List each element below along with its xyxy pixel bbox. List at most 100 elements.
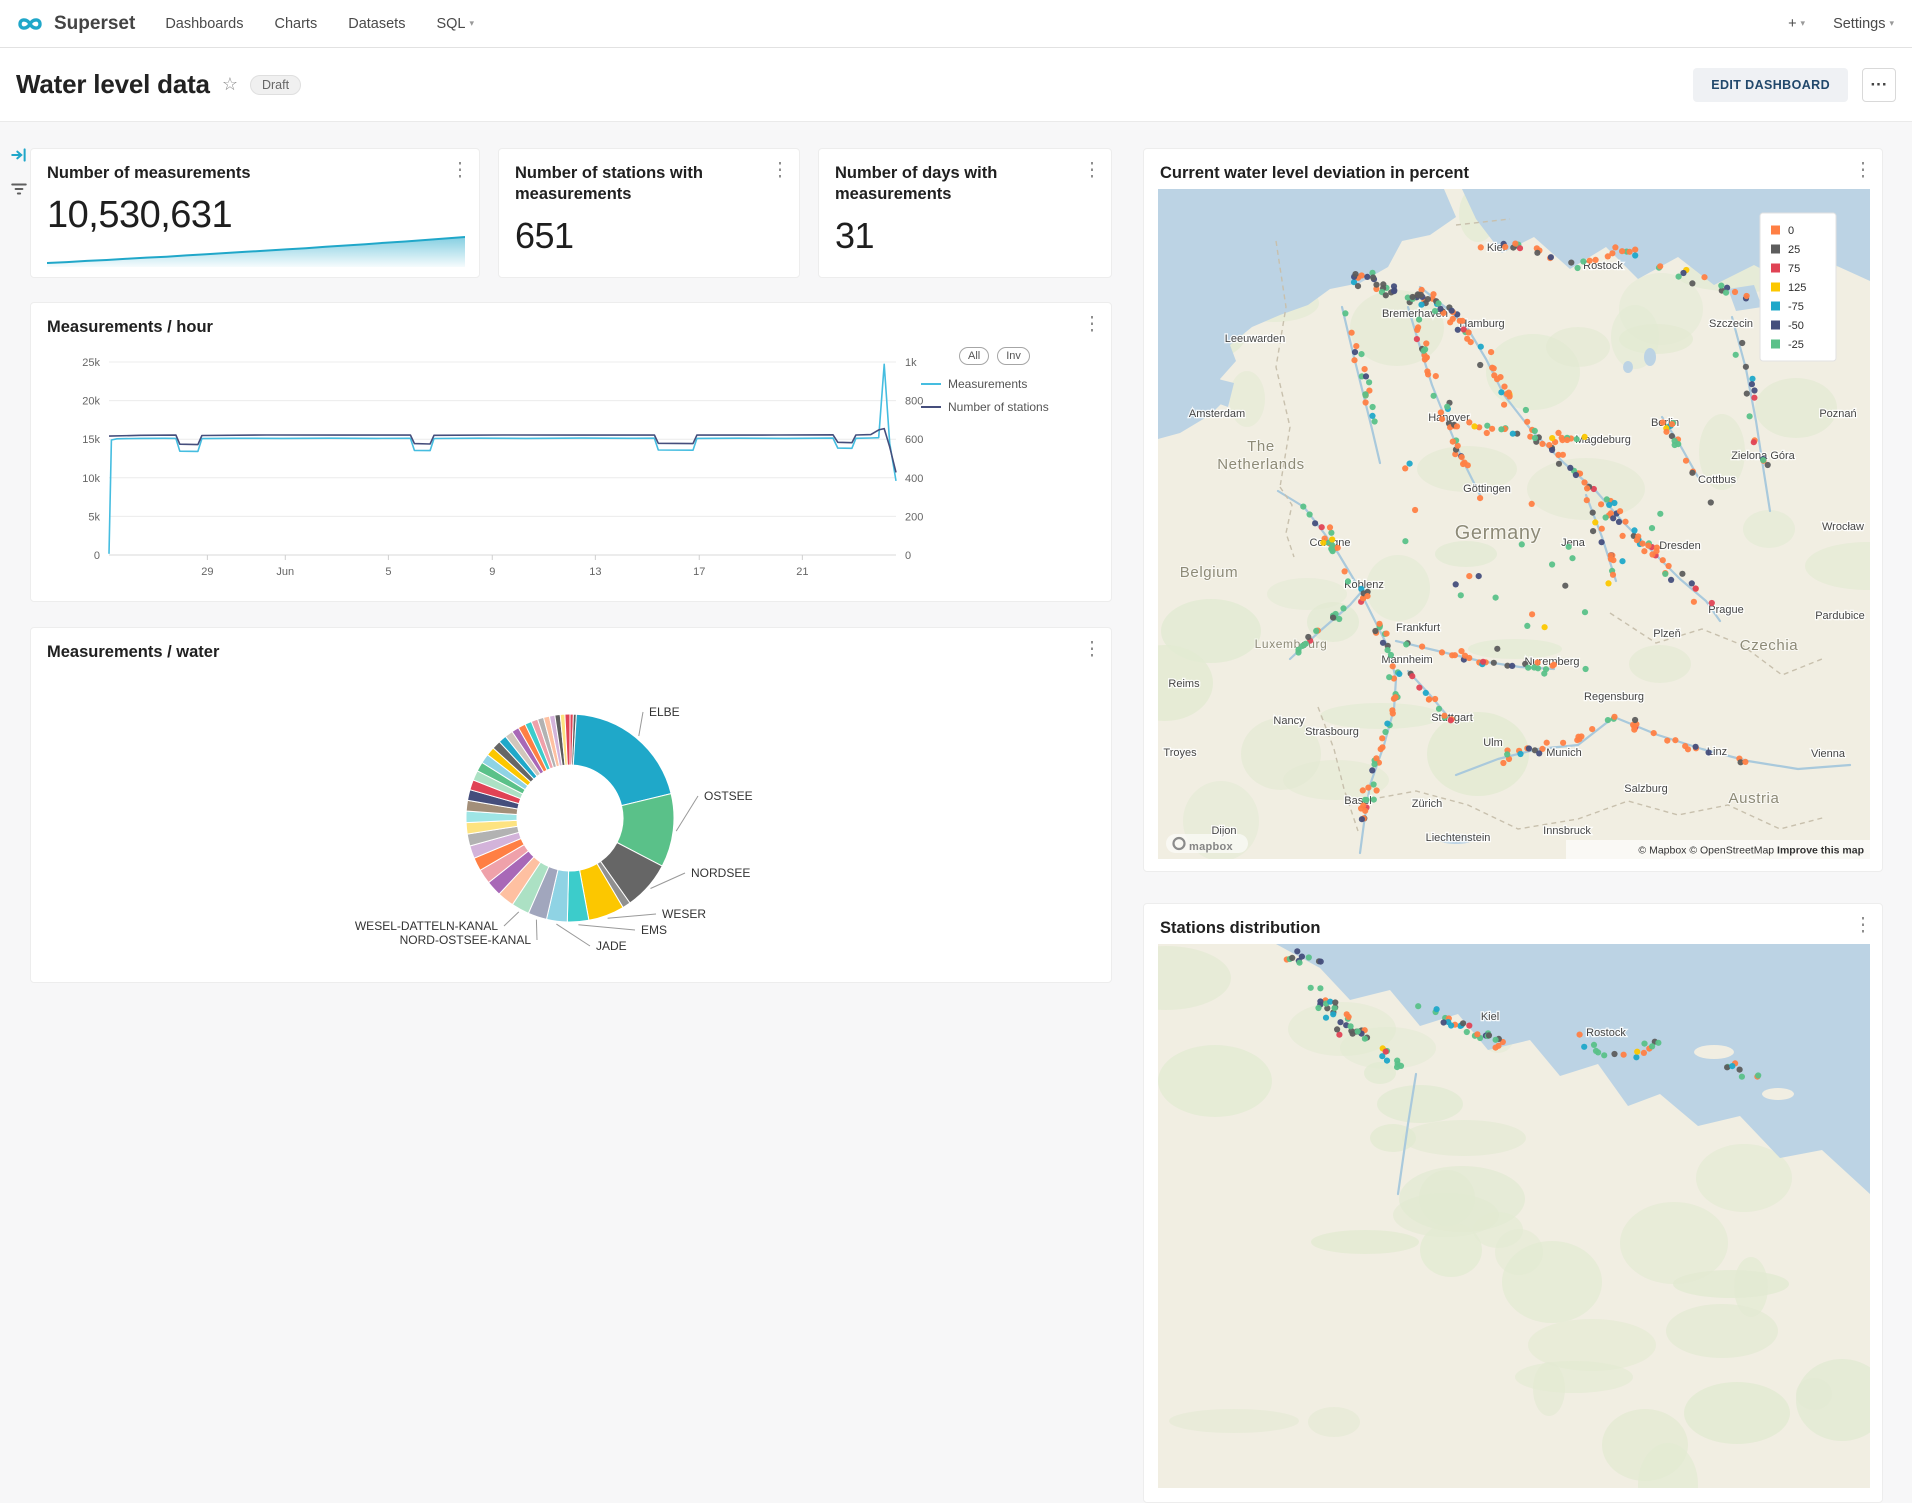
svg-text:Frankfurt: Frankfurt	[1396, 622, 1440, 634]
svg-text:200: 200	[905, 511, 923, 523]
svg-text:Jena: Jena	[1561, 537, 1586, 549]
superset-logo[interactable]: Superset	[14, 13, 135, 35]
svg-text:-75: -75	[1788, 301, 1804, 313]
legend-swatch	[921, 383, 941, 385]
svg-text:Plzeň: Plzeň	[1653, 628, 1681, 640]
svg-text:29: 29	[201, 566, 213, 578]
legend-item[interactable]: Measurements	[921, 377, 1106, 391]
svg-text:EMS: EMS	[641, 923, 667, 937]
svg-text:21: 21	[796, 566, 808, 578]
card-days-with-measurements: Number of days with measurements ⋮ 31	[818, 148, 1112, 278]
top-navbar: Superset Dashboards Charts Datasets SQL▾ +▾…	[0, 0, 1912, 48]
svg-text:JADE: JADE	[596, 939, 627, 953]
svg-text:ELBE: ELBE	[649, 705, 680, 719]
chart-menu-button[interactable]: ⋮	[767, 159, 793, 182]
favorite-star-icon[interactable]: ☆	[222, 74, 238, 95]
svg-text:Strasbourg: Strasbourg	[1305, 726, 1359, 738]
svg-text:WESEL-DATTELN-KANAL: WESEL-DATTELN-KANAL	[355, 919, 498, 933]
filter-rail	[6, 146, 32, 198]
chart-menu-button[interactable]: ⋮	[1850, 159, 1876, 182]
stations-map-canvas[interactable]: KielRostock	[1158, 944, 1870, 1488]
trend-sparkline	[47, 229, 463, 267]
svg-text:0: 0	[94, 550, 100, 562]
svg-text:20k: 20k	[82, 396, 100, 408]
svg-text:Luxembourg: Luxembourg	[1255, 637, 1328, 651]
svg-text:mapbox: mapbox	[1189, 841, 1234, 853]
legend-swatch	[921, 406, 941, 408]
chart-menu-button[interactable]: ⋮	[1850, 914, 1876, 937]
superset-infinity-icon	[14, 14, 46, 34]
svg-text:Liechtenstein: Liechtenstein	[1426, 832, 1491, 844]
svg-text:NORD-OSTSEE-KANAL: NORD-OSTSEE-KANAL	[400, 933, 532, 947]
settings-menu-button[interactable]: Settings ▾	[1833, 16, 1894, 32]
svg-text:Dresden: Dresden	[1659, 540, 1701, 552]
nav-item-datasets[interactable]: Datasets	[348, 16, 405, 32]
svg-text:9: 9	[489, 566, 495, 578]
expand-filters-icon	[12, 149, 24, 160]
chart-menu-button[interactable]: ⋮	[447, 159, 473, 182]
svg-text:13: 13	[589, 566, 601, 578]
svg-text:Innsbruck: Innsbruck	[1543, 825, 1591, 837]
svg-text:The: The	[1247, 438, 1275, 455]
nav-item-charts[interactable]: Charts	[275, 16, 318, 32]
svg-text:10k: 10k	[82, 473, 100, 485]
more-options-button[interactable]: ···	[1862, 68, 1896, 102]
filter-funnel-icon	[12, 185, 26, 194]
exp[interactable]	[10, 146, 28, 164]
svg-text:125: 125	[1788, 282, 1806, 294]
map2-svg: KielRostock	[1158, 944, 1870, 1488]
legend-label: Measurements	[948, 377, 1027, 391]
svg-text:Troyes: Troyes	[1163, 747, 1197, 759]
big-number-value: 31	[835, 215, 1095, 257]
svg-text:Pardubice: Pardubice	[1815, 610, 1865, 622]
svg-text:15k: 15k	[82, 434, 100, 446]
svg-text:Szczecin: Szczecin	[1709, 318, 1753, 330]
svg-text:Regensburg: Regensburg	[1584, 691, 1644, 703]
settings-label: Settings	[1833, 16, 1885, 32]
card-stations-distribution-map: Stations distribution ⋮ KielRostock	[1143, 903, 1883, 1503]
legend-label: Number of stations	[948, 400, 1049, 414]
svg-text:Ulm: Ulm	[1483, 737, 1503, 749]
svg-text:-50: -50	[1788, 320, 1804, 332]
svg-text:600: 600	[905, 434, 923, 446]
map1-svg: TheNetherlandsGermanyBelgiumLuxembourgCz…	[1158, 189, 1870, 859]
nav-item-dashboards[interactable]: Dashboards	[165, 16, 243, 32]
svg-text:5k: 5k	[88, 511, 100, 523]
svg-text:Wrocław: Wrocław	[1822, 521, 1864, 533]
page-title: Water level data	[16, 69, 210, 100]
fil[interactable]	[10, 180, 28, 198]
chart-title: Stations distribution	[1160, 918, 1866, 939]
svg-text:75: 75	[1788, 263, 1800, 275]
svg-text:400: 400	[905, 473, 923, 485]
svg-text:-25: -25	[1788, 339, 1804, 351]
deviation-map-canvas[interactable]: TheNetherlandsGermanyBelgiumLuxembourgCz…	[1158, 189, 1870, 859]
nav-item-sql[interactable]: SQL▾	[436, 16, 474, 32]
navbar-right: +▾ Settings ▾	[1788, 16, 1894, 32]
svg-text:Munich: Munich	[1546, 747, 1581, 759]
card-water-level-deviation-map: Current water level deviation in percent…	[1143, 148, 1883, 872]
svg-text:Göttingen: Göttingen	[1463, 483, 1511, 495]
new-menu-button[interactable]: +▾	[1788, 16, 1805, 32]
svg-text:Amsterdam: Amsterdam	[1189, 408, 1245, 420]
svg-text:Prague: Prague	[1708, 604, 1743, 616]
chart-title: Number of days with measurements	[835, 163, 1075, 205]
svg-text:Germany: Germany	[1455, 522, 1541, 544]
svg-text:WESER: WESER	[662, 907, 706, 921]
chart-menu-button[interactable]: ⋮	[1079, 159, 1105, 182]
caret-down-icon: ▾	[1801, 18, 1806, 28]
svg-text:© Mapbox © OpenStreetMap Impro: © Mapbox © OpenStreetMap Improve this ma…	[1638, 845, 1864, 857]
legend-select-inv-button[interactable]: Inv	[997, 347, 1030, 365]
legend-item[interactable]: Number of stations	[921, 400, 1106, 414]
svg-text:1k: 1k	[905, 357, 917, 369]
svg-text:25: 25	[1788, 244, 1800, 256]
card-measurements-per-hour: Measurements / hour ⋮ 05k10k15k20k25k020…	[30, 302, 1112, 602]
edit-dashboard-button[interactable]: EDIT DASHBOARD	[1693, 68, 1848, 102]
svg-text:Salzburg: Salzburg	[1624, 783, 1667, 795]
svg-text:Austria: Austria	[1729, 790, 1780, 807]
svg-text:5: 5	[385, 566, 391, 578]
svg-text:Poznań: Poznań	[1819, 408, 1856, 420]
svg-text:Zürich: Zürich	[1412, 798, 1443, 810]
caret-down-icon: ▾	[1889, 18, 1894, 28]
donut-chart-svg: ELBEOSTSEENORDSEEWESEREMSJADENORD-OSTSEE…	[31, 628, 1113, 984]
legend-select-all-button[interactable]: All	[959, 347, 989, 365]
